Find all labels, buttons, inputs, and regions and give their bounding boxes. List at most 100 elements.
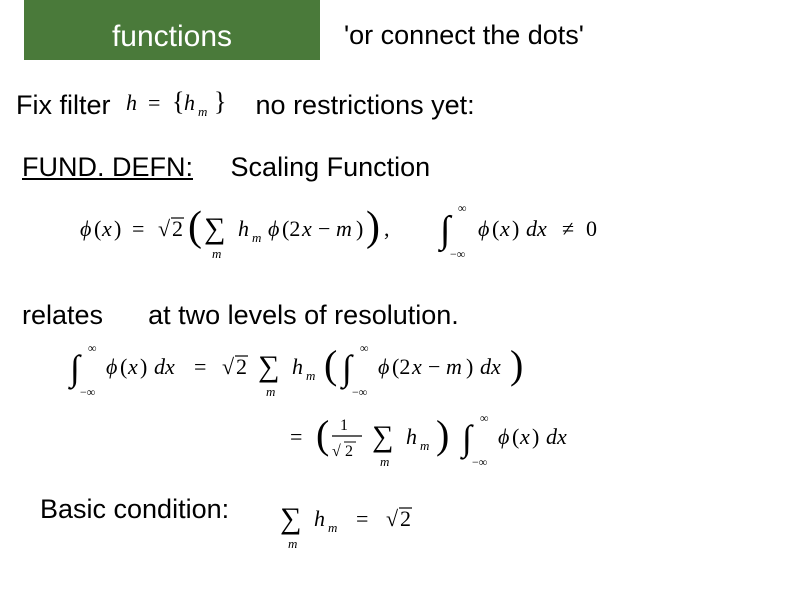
svg-text:(: ( xyxy=(492,216,499,241)
svg-text:=: = xyxy=(132,216,144,241)
fund-defn-subject: Scaling Function xyxy=(231,152,431,182)
svg-text:∑: ∑ xyxy=(280,502,301,535)
svg-text:−: − xyxy=(318,216,330,241)
equation-basic-condition: ∑ m h m = √ 2 xyxy=(270,492,570,552)
svg-text:m: m xyxy=(212,246,221,261)
svg-text:x: x xyxy=(411,354,422,379)
svg-text:−∞: −∞ xyxy=(352,385,367,399)
svg-text:): ) xyxy=(140,354,147,379)
svg-text:(2: (2 xyxy=(392,354,410,379)
svg-text:√: √ xyxy=(158,216,171,241)
svg-text:}: } xyxy=(214,88,226,116)
svg-text:∑: ∑ xyxy=(372,420,393,453)
subtitle: 'or connect the dots' xyxy=(344,20,584,51)
svg-text:dx: dx xyxy=(154,354,175,379)
svg-text:x: x xyxy=(101,216,112,241)
svg-text:m: m xyxy=(306,368,315,383)
svg-text:,: , xyxy=(384,216,390,241)
svg-text:(: ( xyxy=(188,204,202,250)
svg-text:m: m xyxy=(198,104,207,119)
svg-text:0: 0 xyxy=(586,216,597,241)
svg-text:−∞: −∞ xyxy=(450,247,465,261)
svg-text:(: ( xyxy=(316,412,329,457)
svg-text:ϕ: ϕ xyxy=(478,216,489,241)
svg-text:2: 2 xyxy=(172,216,183,241)
equation-scaling-defn: ϕ ( x ) = √ 2 ( ∑ m h m ϕ (2 x − m ) ) ,… xyxy=(80,200,720,264)
svg-text:): ) xyxy=(356,216,363,241)
svg-text:m: m xyxy=(336,216,352,241)
svg-text:−: − xyxy=(428,354,440,379)
svg-text:=: = xyxy=(356,506,368,531)
svg-text:): ) xyxy=(532,424,539,449)
svg-text:x: x xyxy=(301,216,312,241)
svg-text:): ) xyxy=(510,342,523,387)
svg-text:h: h xyxy=(292,354,303,379)
fix-filter-prefix: Fix filter xyxy=(16,90,111,120)
svg-text:(: ( xyxy=(324,342,337,387)
math-h-equals-hm: h = { h m } xyxy=(118,88,248,122)
equation-simplified: = ( 1 √ 2 ∑ m h m ) ∫ ∞ −∞ ϕ ( x ) dx xyxy=(290,410,760,470)
fund-defn-label: FUND. DEFN: xyxy=(22,152,193,182)
svg-text:h: h xyxy=(238,216,249,241)
title-line2: functions xyxy=(112,20,232,54)
svg-text:∫: ∫ xyxy=(340,348,354,390)
svg-text:x: x xyxy=(127,354,138,379)
svg-text:ϕ: ϕ xyxy=(378,354,389,379)
svg-text:dx: dx xyxy=(480,354,501,379)
svg-text:√: √ xyxy=(386,506,399,531)
svg-text:h: h xyxy=(314,506,325,531)
svg-text:dx: dx xyxy=(546,424,567,449)
svg-text:√: √ xyxy=(222,354,235,379)
svg-text:=: = xyxy=(148,90,160,115)
svg-text:h: h xyxy=(184,90,195,115)
svg-text:m: m xyxy=(252,230,261,245)
svg-text:h: h xyxy=(126,90,137,115)
svg-text:∞: ∞ xyxy=(88,341,97,355)
svg-text:2: 2 xyxy=(345,443,353,460)
svg-text:∞: ∞ xyxy=(480,411,489,425)
svg-text:): ) xyxy=(366,204,380,250)
svg-text:√: √ xyxy=(332,443,341,460)
svg-text:(: ( xyxy=(120,354,127,379)
svg-text:−∞: −∞ xyxy=(472,455,487,469)
svg-text:m: m xyxy=(420,438,429,453)
relates-suffix: at two levels of resolution. xyxy=(148,300,459,330)
fix-filter-suffix: no restrictions yet: xyxy=(256,90,475,120)
svg-text:x: x xyxy=(499,216,510,241)
svg-text:x: x xyxy=(519,424,530,449)
svg-text:∑: ∑ xyxy=(258,350,279,383)
svg-text:2: 2 xyxy=(400,506,411,531)
svg-text:=: = xyxy=(290,424,302,449)
svg-text:ϕ: ϕ xyxy=(106,354,117,379)
svg-text:≠: ≠ xyxy=(562,216,574,241)
svg-text:(: ( xyxy=(94,216,101,241)
svg-text:∞: ∞ xyxy=(360,341,369,355)
svg-text:∞: ∞ xyxy=(458,201,467,215)
svg-text:): ) xyxy=(436,412,449,457)
basic-condition-label: Basic condition: xyxy=(40,494,229,525)
svg-text:m: m xyxy=(380,454,389,469)
svg-text:−∞: −∞ xyxy=(80,385,95,399)
fix-filter-line: Fix filter h = { h m } no restrictions y… xyxy=(16,88,475,122)
svg-text:m: m xyxy=(446,354,462,379)
svg-text:m: m xyxy=(266,384,275,399)
svg-text:m: m xyxy=(328,520,337,535)
svg-text:): ) xyxy=(512,216,519,241)
svg-text:(: ( xyxy=(512,424,519,449)
svg-text:dx: dx xyxy=(526,216,547,241)
svg-text:2: 2 xyxy=(236,354,247,379)
svg-text:∫: ∫ xyxy=(460,418,474,460)
svg-text:{: { xyxy=(172,88,184,116)
svg-text:ϕ: ϕ xyxy=(80,216,91,241)
svg-text:∫: ∫ xyxy=(68,348,82,390)
svg-text:∑: ∑ xyxy=(204,212,225,245)
title-box: functions xyxy=(24,0,320,60)
relates-line: relates at two levels of resolution. xyxy=(22,300,459,331)
svg-text:m: m xyxy=(288,536,297,551)
svg-text:ϕ: ϕ xyxy=(498,424,509,449)
svg-text:ϕ: ϕ xyxy=(268,216,279,241)
svg-text:1: 1 xyxy=(340,417,348,434)
svg-text:): ) xyxy=(466,354,473,379)
svg-text:h: h xyxy=(406,424,417,449)
fund-defn-line: FUND. DEFN: Scaling Function xyxy=(22,152,430,183)
